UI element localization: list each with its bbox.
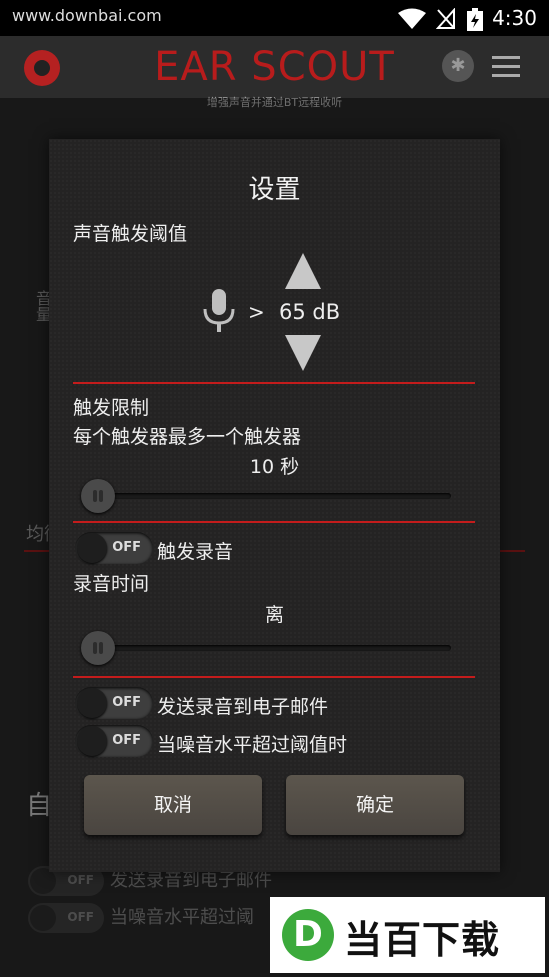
microphone-icon: [203, 289, 235, 332]
record-time-value: 离: [264, 604, 284, 626]
watermark-logo: D 当百下载: [270, 897, 545, 973]
record-toggle-label: 触发录音: [157, 541, 234, 563]
toggle-knob: [77, 533, 107, 563]
record-time-slider[interactable]: [81, 645, 451, 651]
email-toggle-label: 发送录音到电子邮件: [157, 696, 329, 718]
record-toggle[interactable]: OFF: [75, 532, 153, 564]
threshold-label: 声音触发阈值: [73, 223, 188, 245]
toggle-knob: [77, 688, 107, 718]
dialog-title: 设置: [248, 175, 301, 205]
status-time: 4:30: [492, 6, 537, 30]
threshold-decrease-button[interactable]: [285, 335, 321, 371]
no-signal-icon: [436, 8, 455, 29]
record-time-slider-thumb[interactable]: [81, 631, 115, 665]
trigger-limit-label: 触发限制: [73, 397, 150, 419]
divider: [73, 676, 475, 678]
trigger-limit-value: 10 秒: [249, 456, 300, 478]
record-time-label: 录音时间: [73, 573, 150, 595]
divider: [73, 521, 475, 523]
bluetooth-icon[interactable]: ✱: [442, 50, 474, 82]
confirm-button[interactable]: 确定: [286, 775, 464, 835]
toggle-state: OFF: [112, 540, 141, 555]
threshold-comparator: >: [248, 300, 265, 324]
watermark-text: 当百下载: [344, 918, 501, 962]
threshold-value: 65 dB: [279, 300, 341, 324]
settings-dialog: 设置 声音触发阈值 > 65 dB 触发限制 每个触发器最多一个触发器 10 秒…: [49, 139, 500, 872]
trigger-limit-slider[interactable]: [81, 493, 451, 499]
menu-icon[interactable]: [492, 56, 520, 83]
battery-charging-icon: [467, 8, 483, 31]
toggle-knob: [77, 726, 107, 756]
toggle-state: OFF: [112, 695, 141, 710]
app-bar: EAR SCOUT ✱: [0, 36, 549, 98]
status-url: www.downbai.com: [12, 6, 162, 25]
email-toggle[interactable]: OFF: [75, 687, 153, 719]
cancel-button[interactable]: 取消: [84, 775, 262, 835]
trigger-limit-description: 每个触发器最多一个触发器: [73, 426, 302, 448]
noise-toggle[interactable]: OFF: [75, 725, 153, 757]
trigger-limit-slider-thumb[interactable]: [81, 479, 115, 513]
watermark-icon: D: [282, 909, 334, 961]
noise-toggle-label: 当噪音水平超过阈值时: [157, 734, 348, 756]
wifi-icon: [398, 8, 426, 29]
status-bar: www.downbai.com 4:30: [0, 0, 549, 36]
toggle-state: OFF: [112, 733, 141, 748]
divider: [73, 382, 475, 384]
threshold-increase-button[interactable]: [285, 253, 321, 289]
